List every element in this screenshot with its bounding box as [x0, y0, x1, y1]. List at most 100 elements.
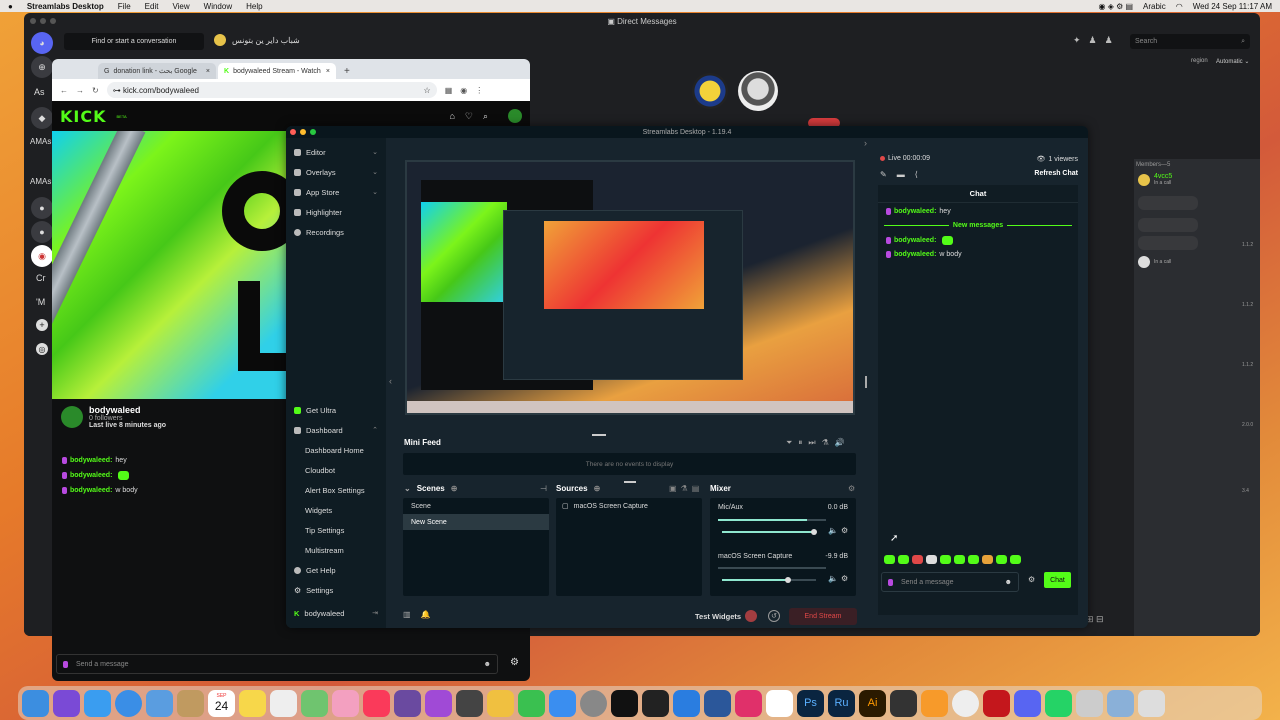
maps-icon[interactable]: [301, 689, 328, 717]
collapse-right-icon[interactable]: ›: [864, 138, 867, 148]
find-conversation-button[interactable]: Find or start a conversation: [64, 33, 204, 50]
nav-get-help[interactable]: Get Help: [286, 560, 386, 580]
kick-logo[interactable]: KICK: [60, 107, 107, 126]
pencil-icon[interactable]: [487, 689, 514, 717]
collapse-left-icon[interactable]: ‹: [389, 376, 392, 386]
apple-icon[interactable]: ●: [8, 2, 13, 11]
footer-icons[interactable]: ▥🔔: [403, 610, 441, 619]
imovie-icon[interactable]: [394, 689, 421, 717]
davinci-icon[interactable]: [890, 689, 917, 717]
reminders-icon[interactable]: [766, 689, 793, 717]
volume-slider[interactable]: [722, 577, 816, 583]
preview-icon[interactable]: [1076, 689, 1103, 717]
scene-item[interactable]: Scene: [403, 498, 549, 514]
chat-username[interactable]: bodywaleed:: [70, 487, 112, 494]
menu-app-name[interactable]: Streamlabs Desktop: [27, 2, 104, 11]
kick-chat-input[interactable]: Send a message ☻: [56, 654, 498, 674]
chat-username[interactable]: bodywaleed:: [70, 472, 112, 479]
menu-clock[interactable]: Wed 24 Sep 11:17 AM: [1193, 2, 1272, 11]
folder-icon[interactable]: [1107, 689, 1134, 717]
close-button[interactable]: [30, 18, 36, 24]
member-row-dim[interactable]: [1138, 196, 1198, 210]
volume-knob[interactable]: [811, 529, 818, 535]
status-icons[interactable]: ◉ ◈ ⚙ ▤: [1098, 2, 1133, 11]
gear-icon[interactable]: ⚙: [841, 526, 848, 535]
kick-nav-icons[interactable]: ⌂♡⌕: [449, 111, 498, 122]
stream-offline-banner[interactable]: [52, 131, 286, 399]
safari-icon[interactable]: [115, 689, 142, 717]
bookmark-icon[interactable]: ☆: [424, 86, 431, 95]
explore-icon[interactable]: ◎: [36, 343, 48, 355]
music-icon[interactable]: [363, 689, 390, 717]
calendar-icon[interactable]: SEP 24: [208, 689, 235, 717]
trash-icon[interactable]: [1138, 689, 1165, 717]
emoji-icon[interactable]: ☻: [484, 661, 491, 668]
nav-dashboard[interactable]: Dashboard ⌃: [286, 420, 386, 440]
add-source-icon[interactable]: ⊕: [594, 484, 601, 493]
server-label[interactable]: As: [34, 87, 45, 97]
menu-window[interactable]: Window: [204, 2, 232, 11]
whatsapp-icon[interactable]: [1045, 689, 1072, 717]
profile-icon[interactable]: ◉: [460, 86, 467, 95]
server-label[interactable]: AMAs: [30, 177, 51, 186]
nav-dashboard-home[interactable]: Dashboard Home: [286, 440, 386, 460]
source-item[interactable]: ▢ macOS Screen Capture: [556, 498, 702, 514]
server-icon[interactable]: ◉: [31, 245, 53, 267]
chat-username[interactable]: bodywaleed:: [894, 237, 936, 244]
menu-icon[interactable]: ⋮: [475, 86, 483, 95]
gamepad-icon[interactable]: ⊞ ⊟: [1086, 614, 1104, 625]
new-tab-icon[interactable]: +: [338, 66, 356, 79]
finder-icon[interactable]: [22, 689, 49, 717]
creative-cloud-icon[interactable]: [735, 689, 762, 717]
nav-alert-box-settings[interactable]: Alert Box Settings: [286, 480, 386, 500]
freeform-icon[interactable]: [270, 689, 297, 717]
nav-get-ultra[interactable]: Get Ultra: [286, 400, 386, 420]
appletv-icon[interactable]: [642, 689, 669, 717]
server-icon[interactable]: ●: [31, 221, 53, 243]
add-scene-icon[interactable]: ⊕: [451, 484, 458, 493]
chat-toolbar-icons[interactable]: ✎▬⟨: [880, 170, 928, 179]
nav-multistream[interactable]: Multistream: [286, 540, 386, 560]
emote-icon[interactable]: [968, 555, 979, 564]
tab-google[interactable]: Gdonation link - بحث Google ×: [98, 63, 216, 79]
nav-editor[interactable]: Editor ⌄: [286, 142, 386, 162]
chat-settings-icon[interactable]: ⚙: [1028, 575, 1035, 584]
podcasts-icon[interactable]: [425, 689, 452, 717]
drag-handle[interactable]: [592, 434, 606, 436]
channel-name[interactable]: bodywaleed: [89, 405, 166, 415]
photos-icon[interactable]: [332, 689, 359, 717]
emoji-icon[interactable]: ☻: [1005, 579, 1012, 586]
emote-icon[interactable]: [1010, 555, 1021, 564]
photoshop-icon[interactable]: Ps: [797, 689, 824, 717]
acrobat-icon[interactable]: [983, 689, 1010, 717]
gear-icon[interactable]: ⚙: [841, 574, 848, 583]
drag-handle[interactable]: [624, 481, 636, 483]
nav-recordings[interactable]: Recordings: [286, 222, 386, 242]
refresh-chat-button[interactable]: Refresh Chat: [1034, 170, 1078, 177]
notes-icon[interactable]: [239, 689, 266, 717]
nav-cloudbot[interactable]: Cloudbot: [286, 460, 386, 480]
discord-search-input[interactable]: Search ⌕: [1130, 34, 1250, 49]
menu-help[interactable]: Help: [246, 2, 262, 11]
chrome-icon[interactable]: [952, 689, 979, 717]
server-icon[interactable]: ⊕: [31, 56, 53, 78]
scene-collection-icon[interactable]: ⊣: [540, 484, 547, 493]
chat-username[interactable]: bodywaleed:: [70, 457, 112, 464]
avatar[interactable]: [508, 109, 522, 123]
system-settings-icon[interactable]: [580, 689, 607, 717]
emote-icon[interactable]: [912, 555, 923, 564]
forward-icon[interactable]: →: [76, 86, 84, 95]
volume-knob[interactable]: [784, 577, 791, 583]
apps-icon[interactable]: [146, 689, 173, 717]
volume-slider[interactable]: [722, 529, 818, 535]
emote-icon[interactable]: [898, 555, 909, 564]
caller-avatar[interactable]: [738, 71, 778, 111]
server-icon[interactable]: ◆: [31, 107, 53, 129]
channel-avatar[interactable]: [61, 406, 83, 428]
minimize-button[interactable]: [300, 129, 306, 135]
emote-icon[interactable]: [940, 555, 951, 564]
illustrator-icon[interactable]: Ai: [859, 689, 886, 717]
mail-icon[interactable]: [84, 689, 111, 717]
nav-app-store[interactable]: App Store ⌄: [286, 182, 386, 202]
onedrive-icon[interactable]: [673, 689, 700, 717]
